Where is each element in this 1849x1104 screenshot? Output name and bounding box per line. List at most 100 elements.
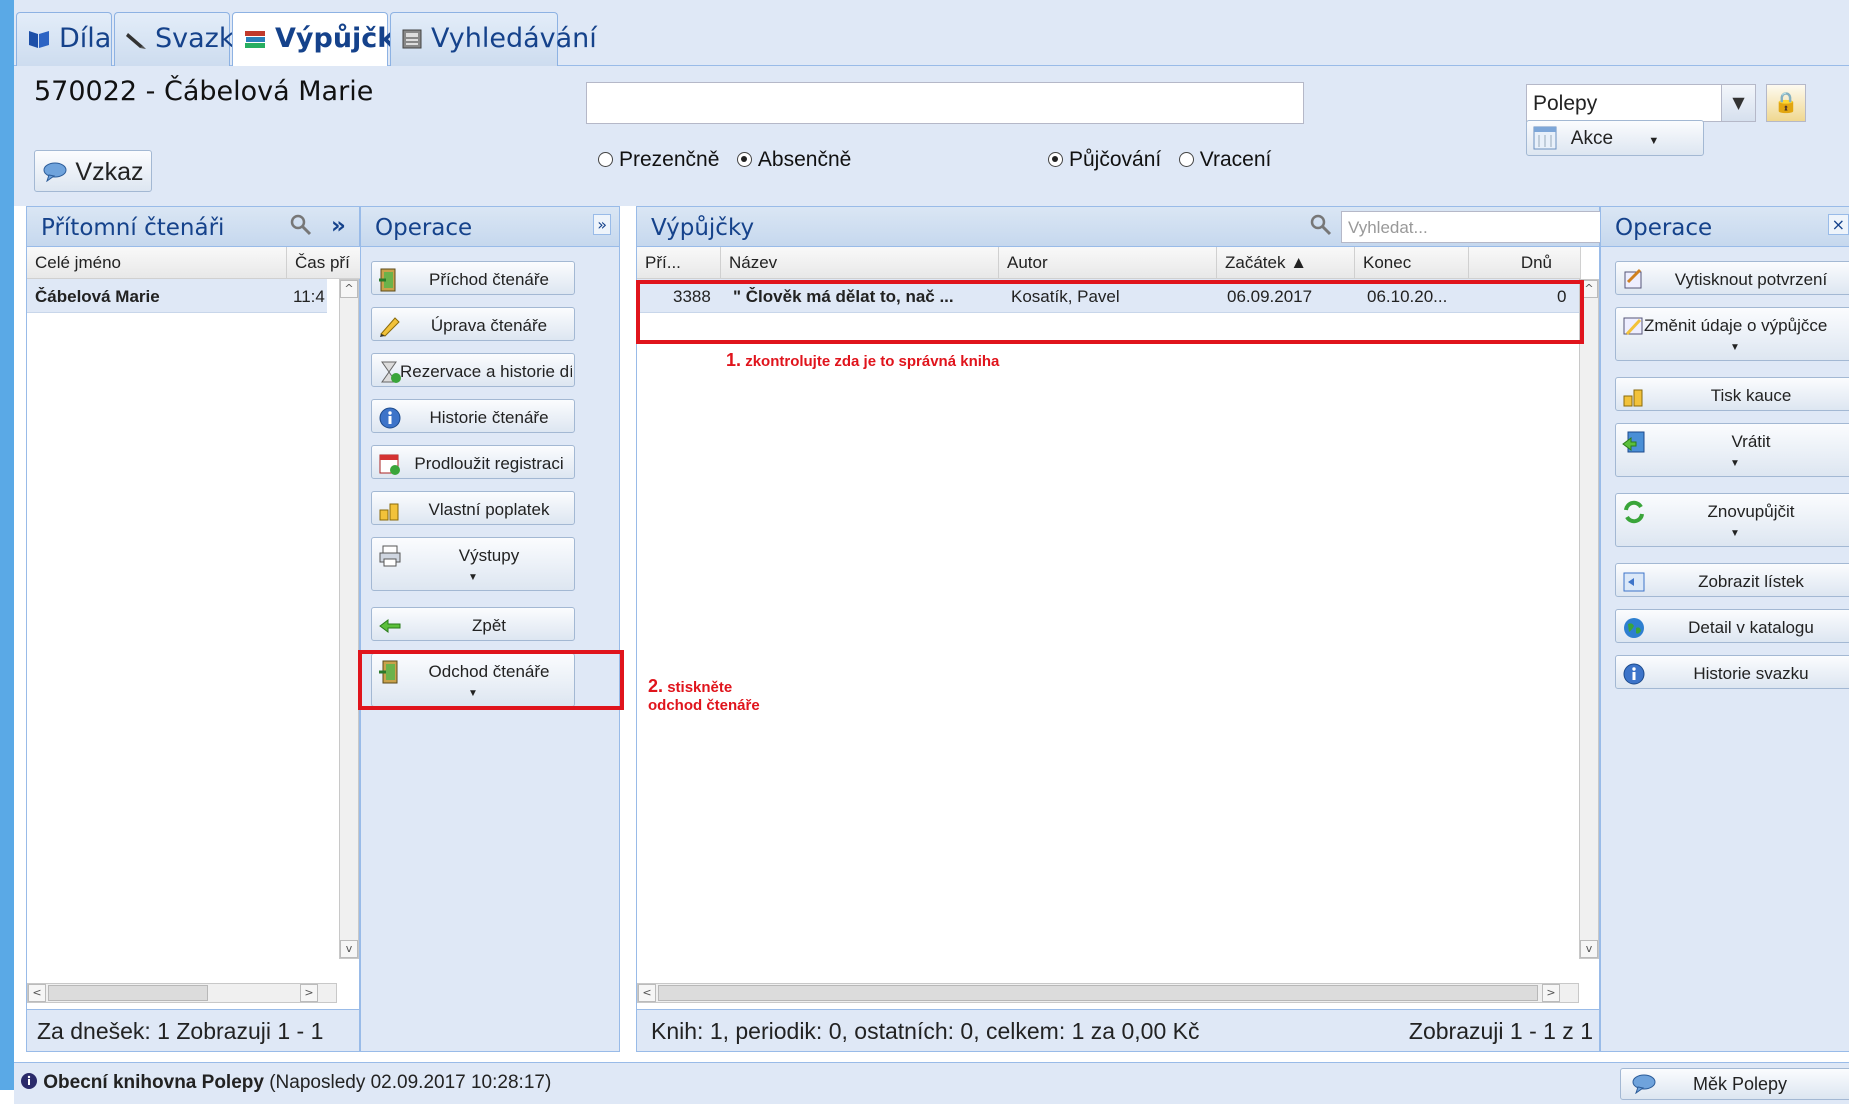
arrow-left-icon bbox=[378, 614, 401, 634]
scroll-down-icon[interactable]: v bbox=[1580, 940, 1598, 958]
radio-vraceni-label: Vracení bbox=[1199, 148, 1272, 171]
search-icon[interactable] bbox=[289, 213, 313, 243]
zpet-button[interactable]: Zpět bbox=[371, 607, 575, 641]
left-edge-stripe bbox=[0, 0, 14, 1090]
vzkaz-button[interactable]: Vzkaz bbox=[34, 150, 152, 192]
calendar-icon bbox=[1533, 125, 1557, 157]
col-header-nazev[interactable]: Název bbox=[721, 247, 999, 279]
scroll-down-icon[interactable]: v bbox=[340, 940, 358, 958]
present-readers-footer-text: Za dnešek: 1 Zobrazuji 1 - 1 bbox=[37, 1018, 324, 1044]
zobrazit-listek-button[interactable]: Zobrazit lístek bbox=[1615, 563, 1849, 597]
operations-right-panel: Operace × Vytisknout potvrzení Změnit úd… bbox=[1600, 206, 1849, 1052]
vytisknout-potvrzeni-button[interactable]: Vytisknout potvrzení bbox=[1615, 261, 1849, 295]
reader-header: 570022 - Čábelová Marie Vzkaz Prezenčně … bbox=[14, 66, 1849, 206]
reader-title: 570022 - Čábelová Marie bbox=[34, 76, 374, 107]
catalog-icon bbox=[401, 26, 423, 57]
col-header-time[interactable]: Čas pří bbox=[287, 247, 361, 279]
scroll-thumb[interactable] bbox=[658, 985, 1538, 1001]
vertical-scrollbar[interactable]: ^ v bbox=[1579, 279, 1599, 959]
znovupujcit-button[interactable]: Znovupůjčit ▼ bbox=[1615, 493, 1849, 547]
info-dot-icon bbox=[20, 1072, 38, 1093]
pencil-icon bbox=[378, 314, 400, 337]
radio-circle bbox=[598, 152, 613, 167]
info-icon bbox=[378, 406, 401, 429]
vratit-button[interactable]: Vrátit ▼ bbox=[1615, 423, 1849, 477]
operations-right-title: Operace bbox=[1615, 215, 1713, 241]
tisk-kauce-button[interactable]: Tisk kauce bbox=[1615, 377, 1849, 411]
historie-ctenare-label: Historie čtenáře bbox=[429, 408, 549, 427]
table-row[interactable]: Čábelová Marie 11:4 bbox=[27, 279, 327, 313]
scroll-left-icon[interactable]: < bbox=[638, 984, 656, 1002]
loans-footer: Knih: 1, periodik: 0, ostatních: 0, celk… bbox=[637, 1009, 1599, 1051]
zpet-label: Zpět bbox=[471, 616, 507, 635]
akce-label: Akce bbox=[1570, 128, 1614, 149]
uprava-ctenare-button[interactable]: Úprava čtenáře bbox=[371, 307, 575, 341]
vytisknout-potvrzeni-label: Vytisknout potvrzení bbox=[1674, 270, 1828, 289]
vlastni-poplatek-button[interactable]: Vlastní poplatek bbox=[371, 491, 575, 525]
vzkaz-label: Vzkaz bbox=[75, 158, 144, 186]
scroll-up-icon[interactable]: ^ bbox=[340, 280, 358, 298]
chevron-down-icon[interactable]: ▼ bbox=[1721, 85, 1755, 121]
prichod-ctenare-button[interactable]: Příchod čtenáře bbox=[371, 261, 575, 295]
scroll-thumb[interactable] bbox=[48, 985, 208, 1001]
status-last-login: (Naposledy 02.09.2017 10:28:17) bbox=[269, 1072, 552, 1093]
main-search-input[interactable] bbox=[586, 82, 1304, 124]
dropdown-arrow-icon: ▼ bbox=[1730, 342, 1740, 353]
col-header-zacatek[interactable]: Začátek ▲ bbox=[1217, 247, 1355, 279]
operations-left-panel: Operace » Příchod čtenáře Úprava čtenáře… bbox=[360, 206, 620, 1052]
annotation-box-odchod bbox=[358, 650, 624, 710]
col-header-dnu[interactable]: Dnů bbox=[1469, 247, 1581, 279]
radio-absencne[interactable]: Absenčně bbox=[736, 148, 852, 171]
radio-circle-selected bbox=[736, 152, 752, 167]
akce-button[interactable]: Akce ▼ bbox=[1526, 120, 1704, 156]
tab-vypujcky[interactable]: Výpůjčky bbox=[232, 12, 413, 67]
tab-vyhledavani-label: Vyhledávání bbox=[431, 23, 597, 54]
mek-polepy-label: Měk Polepy bbox=[1692, 1074, 1788, 1094]
scroll-right-icon[interactable]: > bbox=[1542, 984, 1560, 1002]
annotation-note-1-number: 1. bbox=[726, 350, 742, 370]
zmenit-udaje-button[interactable]: Změnit údaje o výpůjčce ▼ bbox=[1615, 307, 1849, 361]
radio-prezencne[interactable]: Prezenčně bbox=[598, 148, 719, 171]
detail-v-katalogu-label: Detail v katalogu bbox=[1688, 618, 1814, 637]
collapse-icon[interactable]: » bbox=[593, 214, 611, 235]
scroll-left-icon[interactable]: < bbox=[28, 984, 46, 1002]
historie-svazku-button[interactable]: Historie svazku bbox=[1615, 655, 1849, 689]
col-header-konec[interactable]: Konec bbox=[1355, 247, 1469, 279]
loans-summary: Knih: 1, periodik: 0, ostatních: 0, celk… bbox=[651, 1018, 1200, 1044]
hourglass-icon bbox=[378, 360, 401, 383]
dropdown-arrow-icon: ▼ bbox=[1730, 528, 1740, 539]
coins-icon bbox=[1622, 384, 1643, 407]
prodlouzit-registraci-button[interactable]: Prodloužit registraci bbox=[371, 445, 575, 479]
speech-bubble-icon bbox=[1631, 1074, 1657, 1099]
tab-svazky[interactable]: Svazky bbox=[114, 12, 250, 66]
col-header-id[interactable]: Pří... bbox=[637, 247, 721, 279]
radio-absencne-label: Absenčně bbox=[757, 148, 852, 171]
historie-ctenare-button[interactable]: Historie čtenáře bbox=[371, 399, 575, 433]
loans-search-input[interactable]: Vyhledat... bbox=[1341, 211, 1601, 243]
rezervace-historie-label: Rezervace a historie díla bbox=[400, 362, 572, 381]
expand-icon[interactable]: » bbox=[331, 213, 346, 239]
detail-v-katalogu-button[interactable]: Detail v katalogu bbox=[1615, 609, 1849, 643]
scroll-right-icon[interactable]: > bbox=[300, 984, 318, 1002]
radio-pujcovani[interactable]: Půjčování bbox=[1048, 148, 1161, 171]
horizontal-scrollbar[interactable]: < > bbox=[27, 983, 337, 1003]
vertical-scrollbar[interactable]: ^ v bbox=[339, 279, 359, 959]
tab-vyhledavani[interactable]: Vyhledávání bbox=[390, 12, 597, 66]
horizontal-scrollbar[interactable]: < > bbox=[637, 983, 1579, 1003]
col-header-autor[interactable]: Autor bbox=[999, 247, 1217, 279]
loans-paging: Zobrazuji 1 - 1 z 1 bbox=[1408, 1018, 1593, 1044]
tab-dila[interactable]: Díla bbox=[16, 12, 112, 66]
col-header-name[interactable]: Celé jméno bbox=[27, 247, 287, 279]
loans-title: Výpůjčky bbox=[651, 215, 755, 241]
lock-icon[interactable]: 🔒 bbox=[1766, 84, 1806, 122]
present-readers-title: Přítomní čtenáři bbox=[41, 215, 225, 241]
library-combo[interactable]: Polepy ▼ bbox=[1526, 84, 1756, 122]
rezervace-historie-button[interactable]: Rezervace a historie díla bbox=[371, 353, 575, 387]
pen-icon bbox=[125, 26, 147, 57]
close-icon[interactable]: × bbox=[1827, 214, 1849, 235]
radio-vraceni[interactable]: Vracení bbox=[1178, 148, 1272, 171]
mek-polepy-button[interactable]: Měk Polepy bbox=[1620, 1068, 1849, 1100]
mode-radio-group: Půjčování Vracení bbox=[1048, 148, 1271, 172]
prichod-ctenare-label: Příchod čtenáře bbox=[428, 270, 549, 289]
vystupy-button[interactable]: Výstupy ▼ bbox=[371, 537, 575, 591]
